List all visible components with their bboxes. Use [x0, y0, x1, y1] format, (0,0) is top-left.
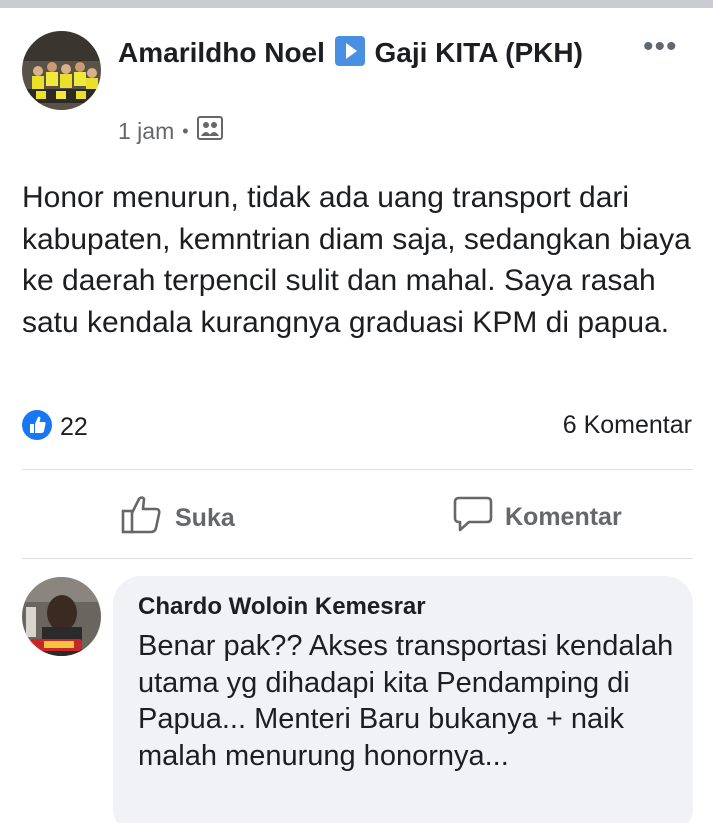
- post-meta: 1 jam •: [118, 116, 223, 146]
- commenter-name[interactable]: Chardo Woloin Kemesrar: [138, 593, 426, 621]
- top-border: [0, 0, 713, 8]
- reaction-summary[interactable]: 22: [22, 410, 88, 445]
- play-triangle-icon: [334, 36, 365, 66]
- comment-button[interactable]: Komentar: [453, 495, 622, 540]
- post-author-line: Amarildho Noel Gaji KITA (PKH): [118, 34, 638, 72]
- like-reaction-icon: [22, 410, 52, 445]
- post-author-avatar[interactable]: [22, 31, 101, 110]
- comment-text: Benar pak?? Akses transportasi kendalah …: [138, 630, 674, 772]
- post-group-name[interactable]: Gaji KITA (PKH): [374, 37, 582, 68]
- commenter-avatar[interactable]: [22, 577, 101, 656]
- more-options-icon[interactable]: •••: [643, 32, 683, 62]
- group-members-icon: [196, 116, 223, 146]
- like-button[interactable]: Suka: [121, 495, 235, 542]
- divider-bottom: [22, 558, 693, 559]
- post-timestamp[interactable]: 1 jam: [118, 118, 174, 145]
- meta-separator: •: [182, 120, 189, 141]
- post-author-name[interactable]: Amarildho Noel: [118, 37, 325, 68]
- comment-button-label: Komentar: [505, 503, 622, 531]
- like-count: 22: [60, 413, 88, 441]
- comment-count-link[interactable]: 6 Komentar: [563, 411, 692, 440]
- speech-bubble-icon: [453, 495, 493, 540]
- divider-top: [22, 469, 693, 470]
- thumbs-up-icon: [121, 495, 163, 542]
- post-body-text: Honor menurun, tidak ada uang transport …: [22, 181, 691, 339]
- like-button-label: Suka: [175, 504, 235, 532]
